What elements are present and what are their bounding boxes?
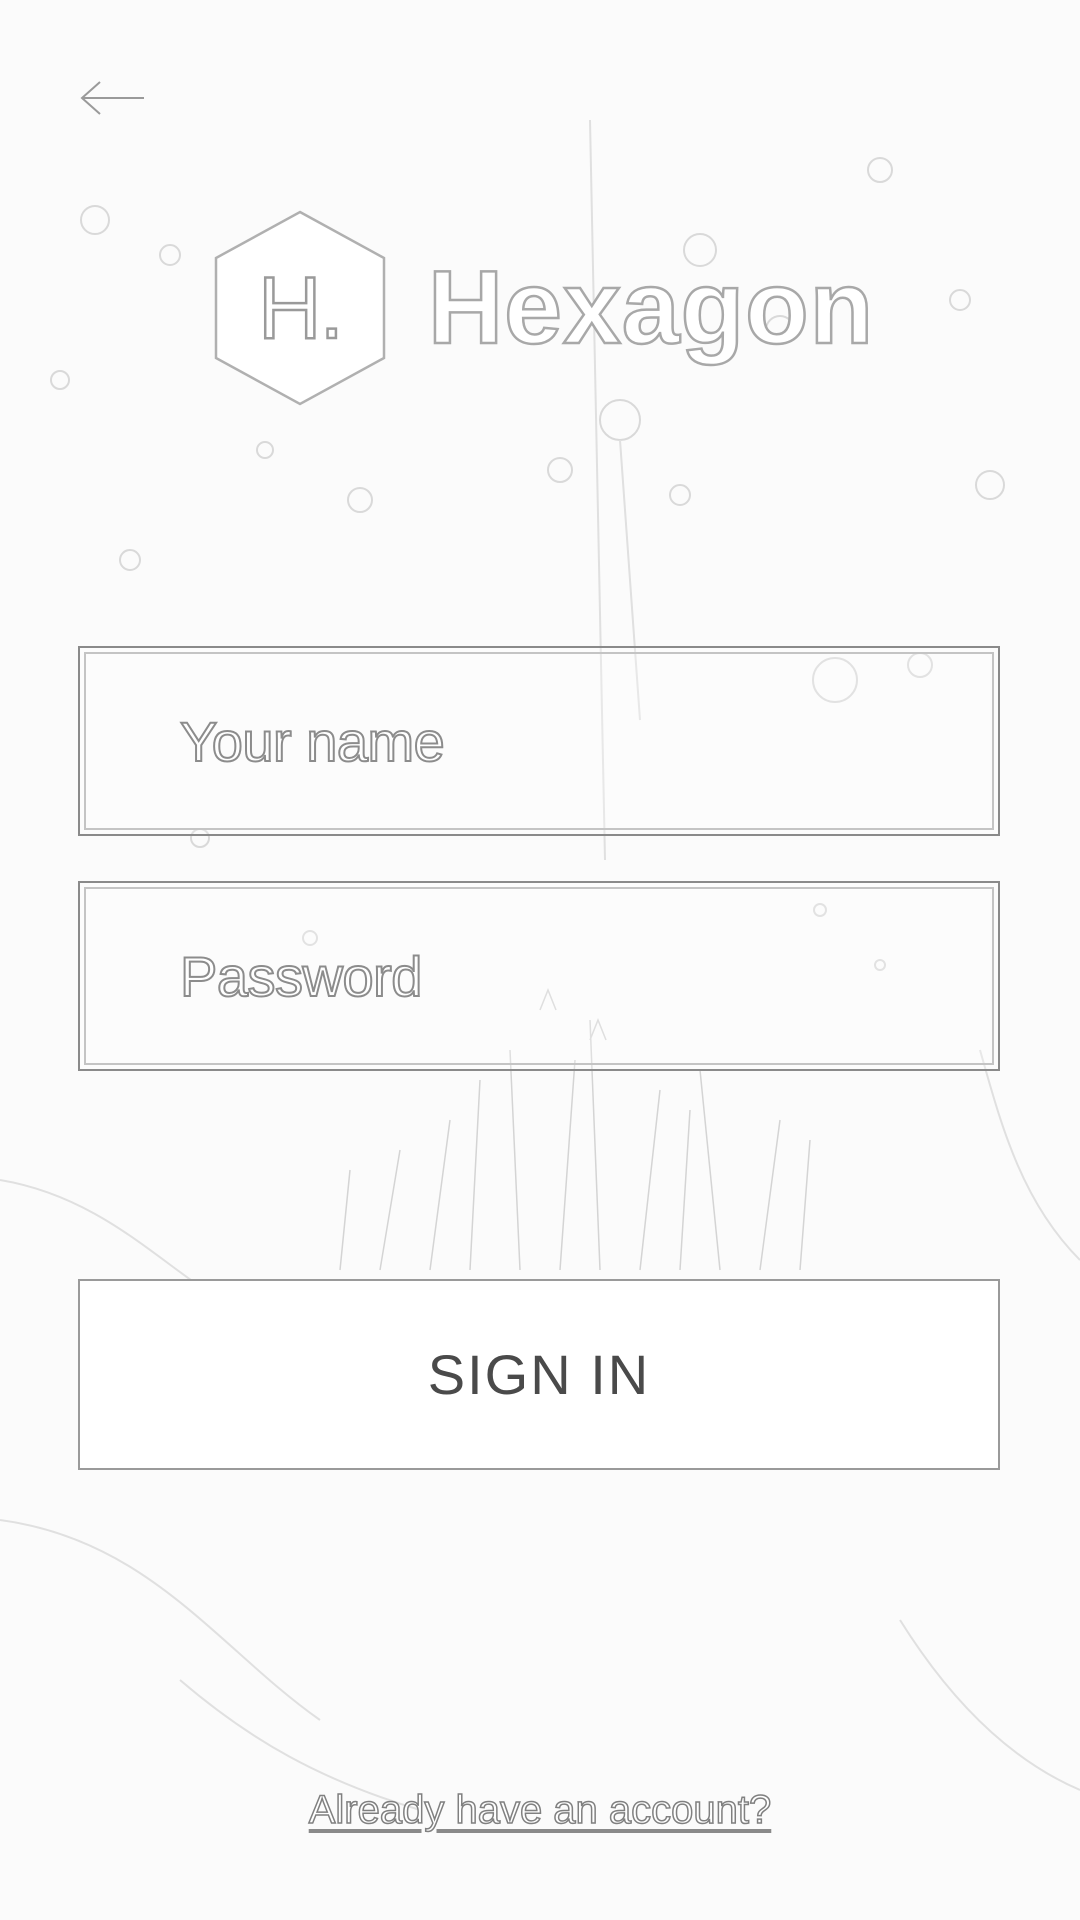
account-link-label: Already have an account? <box>308 1787 772 1833</box>
password-placeholder: Password <box>179 944 423 1009</box>
sign-up-screen: H. Hexagon Your name Password SIGN IN Al… <box>0 0 1080 1920</box>
brand-logo: H. Hexagon <box>210 205 890 410</box>
sign-in-button[interactable]: SIGN IN <box>78 1279 1000 1470</box>
name-field[interactable]: Your name <box>78 646 1000 836</box>
hexagon-icon: H. <box>210 208 390 408</box>
password-field[interactable]: Password <box>78 881 1000 1071</box>
sign-in-label: SIGN IN <box>427 1343 651 1406</box>
name-placeholder: Your name <box>179 709 446 774</box>
brand-mark: H. <box>257 256 346 358</box>
already-have-account-link[interactable]: Already have an account? <box>0 1787 1080 1833</box>
back-button[interactable] <box>68 68 158 128</box>
arrow-left-icon <box>80 81 144 115</box>
brand-name: Hexagon <box>427 249 875 366</box>
